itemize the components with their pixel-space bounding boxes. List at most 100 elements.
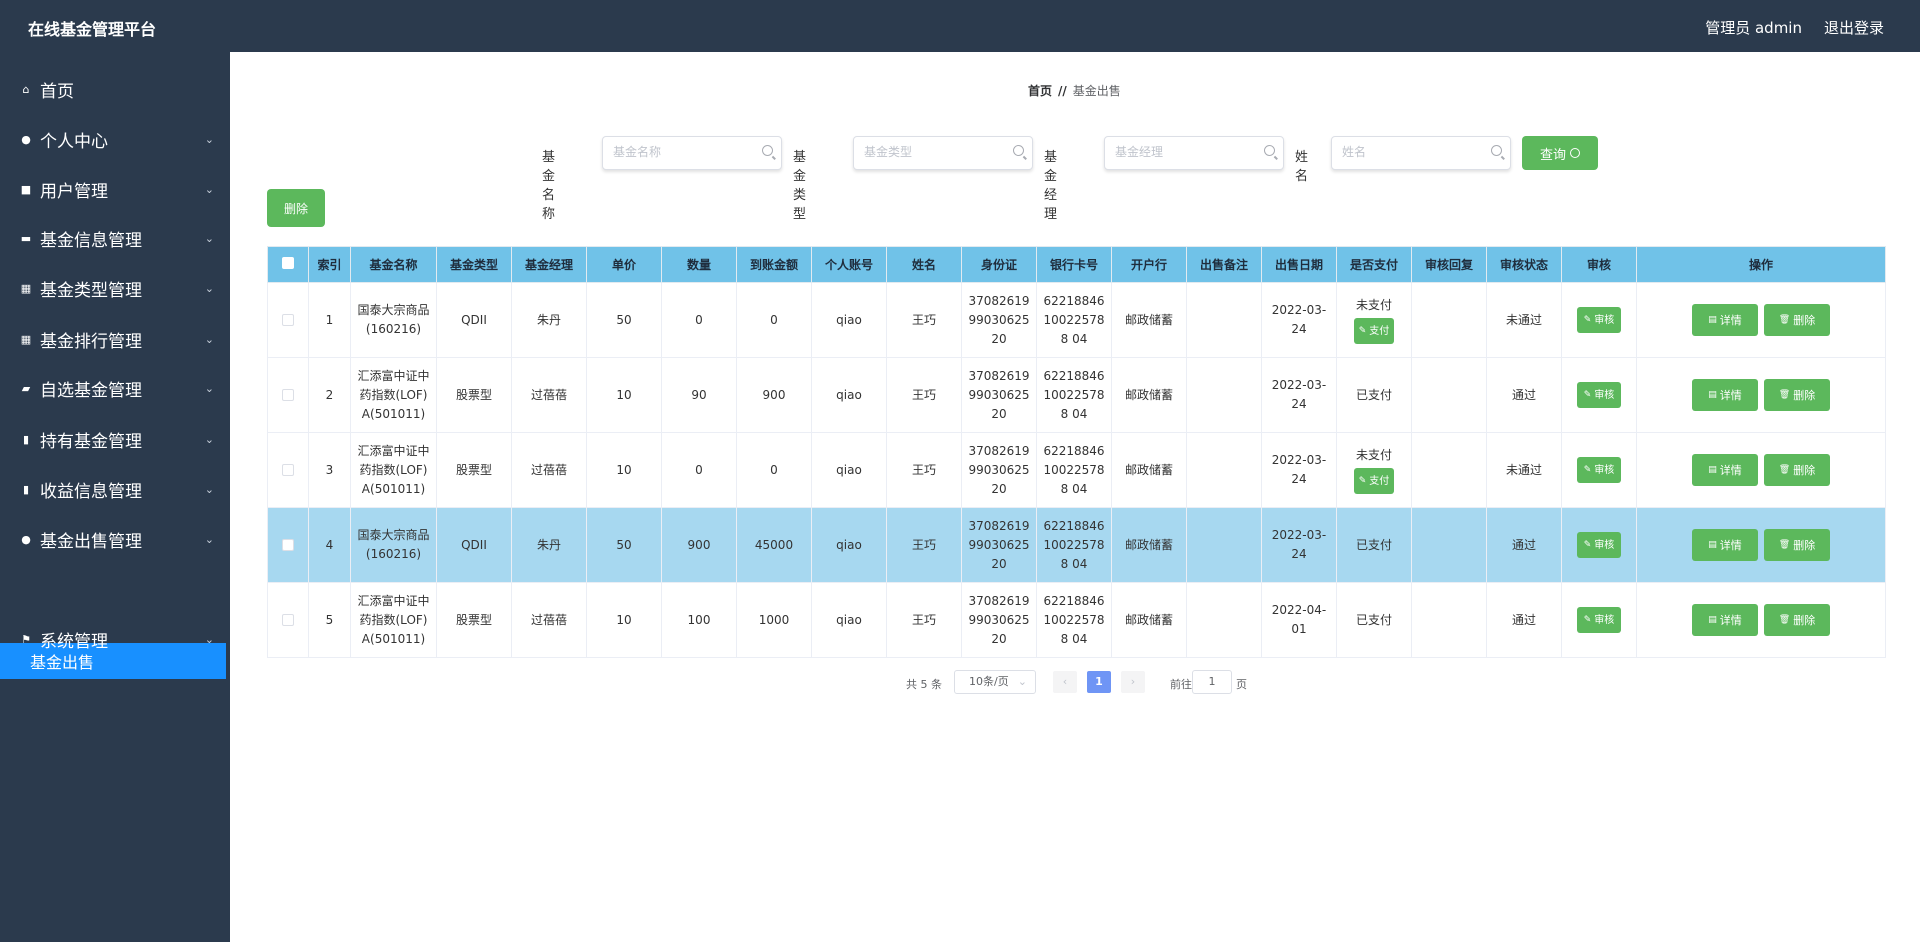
paid-status: 已支付 [1355, 612, 1392, 627]
breadcrumb: 首页 // 基金出售 [1028, 82, 1121, 99]
pay-button[interactable]: ✎ 支付 [1353, 468, 1395, 494]
column-header: 出售备注 [1186, 246, 1262, 283]
table-row[interactable]: 1 国泰大宗商品(160216) QDII 朱丹 50 0 0 qiao 王巧 370826199… [267, 282, 1886, 358]
search-input-fund-name[interactable] [602, 136, 782, 170]
table-row[interactable]: 2 汇添富中证中药指数(LOF)A(501011) 股票型 过蓓蓓 10 90 900 qia… [267, 357, 1886, 433]
page-size-select[interactable]: 10条/页 ⌄ [954, 670, 1036, 694]
sidebar-item[interactable]: ▮ 收益信息管理 ⌄ [0, 469, 226, 509]
row-select-cell [267, 357, 309, 433]
sidebar-item[interactable]: ▬ 基金信息管理 ⌄ [0, 218, 226, 258]
row-checkbox[interactable] [282, 614, 294, 626]
fund-name-input[interactable] [613, 137, 763, 167]
search-input-fund-type[interactable] [853, 136, 1033, 170]
chevron-down-icon: ⌄ [204, 332, 214, 346]
row-checkbox[interactable] [282, 314, 294, 326]
detail-button[interactable]: ▤ 详情 [1692, 529, 1758, 561]
column-header: 基金名称 [350, 246, 437, 283]
delete-button[interactable]: 🗑 删除 [1764, 304, 1830, 336]
review-button[interactable]: ✎ 审核 [1576, 307, 1622, 333]
sidebar-item[interactable]: ⚑ 系统管理 ⌄ [0, 619, 226, 659]
detail-button-label: 详情 [1719, 388, 1742, 402]
detail-button[interactable]: ▤ 详情 [1692, 454, 1758, 486]
cell-bank-card: 62218846100225788 04 [1036, 582, 1112, 658]
pay-button[interactable]: ✎ 支付 [1353, 318, 1395, 344]
paid-status: 已支付 [1355, 387, 1392, 402]
cell-fund-type: 股票型 [436, 432, 512, 508]
name-input[interactable] [1342, 137, 1492, 167]
cell-review: ✎ 审核 [1561, 507, 1637, 583]
cell-status: 未通过 [1486, 432, 1562, 508]
table-row[interactable]: 5 汇添富中证中药指数(LOF)A(501011) 股票型 过蓓蓓 10 100 1000 q… [267, 582, 1886, 658]
breadcrumb-home[interactable]: 首页 [1028, 84, 1052, 98]
cell-reply [1411, 357, 1487, 433]
sidebar-item[interactable]: ■ 用户管理 ⌄ [0, 169, 226, 209]
search-icon [1013, 145, 1024, 156]
cell-actions: ▤ 详情 🗑 删除 [1636, 507, 1886, 583]
review-button[interactable]: ✎ 审核 [1576, 607, 1622, 633]
user-icon: ● [21, 132, 31, 146]
chevron-down-icon: ⌄ [204, 132, 214, 146]
next-page-button[interactable]: › [1121, 671, 1145, 693]
edit-icon: ✎ [1358, 325, 1367, 336]
review-button-label: 审核 [1594, 389, 1615, 401]
row-checkbox[interactable] [282, 389, 294, 401]
cell-fund-name: 国泰大宗商品(160216) [350, 282, 437, 358]
cell-status: 未通过 [1486, 282, 1562, 358]
select-all-checkbox[interactable] [282, 257, 294, 269]
cell-fund-name: 汇添富中证中药指数(LOF)A(501011) [350, 432, 437, 508]
row-checkbox[interactable] [282, 464, 294, 476]
page-unit-label: 页 [1236, 678, 1247, 691]
cell-quantity: 0 [661, 282, 737, 358]
delete-button[interactable]: 🗑 删除 [1764, 379, 1830, 411]
detail-button[interactable]: ▤ 详情 [1692, 304, 1758, 336]
cell-name: 王巧 [886, 507, 962, 583]
review-button[interactable]: ✎ 审核 [1576, 532, 1622, 558]
delete-button[interactable]: 🗑 删除 [1764, 454, 1830, 486]
page-number-current[interactable]: 1 [1087, 671, 1111, 693]
detail-button[interactable]: ▤ 详情 [1692, 379, 1758, 411]
sidebar-item[interactable]: ⌂ 首页 [0, 69, 226, 109]
query-button[interactable]: 查询 [1522, 136, 1598, 170]
search-input-name[interactable] [1331, 136, 1511, 170]
review-button-label: 审核 [1594, 314, 1615, 326]
cell-date: 2022-03-24 [1261, 432, 1337, 508]
cell-bank: 邮政储蓄 [1111, 432, 1187, 508]
sidebar-item-label: 首页 [40, 81, 74, 102]
sidebar-item[interactable]: ▦ 基金类型管理 ⌄ [0, 268, 226, 308]
cell-review: ✎ 审核 [1561, 357, 1637, 433]
search-input-fund-manager[interactable] [1104, 136, 1284, 170]
document-icon: ▤ [1708, 539, 1717, 550]
sidebar-item[interactable]: ▦ 基金排行管理 ⌄ [0, 319, 226, 359]
review-button[interactable]: ✎ 审核 [1576, 457, 1622, 483]
cell-reply [1411, 582, 1487, 658]
review-button[interactable]: ✎ 审核 [1576, 382, 1622, 408]
sidebar-item[interactable]: ● 基金出售管理 ⌄ [0, 519, 226, 559]
clipboard-icon: ▮ [22, 432, 30, 446]
delete-button[interactable]: 🗑 删除 [1764, 529, 1830, 561]
table-row[interactable]: 3 汇添富中证中药指数(LOF)A(501011) 股票型 过蓓蓓 10 0 0 qiao 王巧… [267, 432, 1886, 508]
goto-page-input[interactable]: 1 [1192, 670, 1232, 694]
select-all-header[interactable] [267, 246, 309, 283]
row-checkbox[interactable] [282, 539, 294, 551]
detail-button[interactable]: ▤ 详情 [1692, 604, 1758, 636]
logout-link[interactable]: 退出登录 [1824, 17, 1884, 38]
sidebar-item[interactable]: ▮ 持有基金管理 ⌄ [0, 419, 226, 459]
sidebar-item[interactable]: ▰ 自选基金管理 ⌄ [0, 368, 226, 408]
sidebar-item[interactable]: ● 个人中心 ⌄ [0, 119, 226, 159]
cell-review: ✎ 审核 [1561, 282, 1637, 358]
flag-icon: ⚑ [21, 632, 31, 646]
prev-page-button[interactable]: ‹ [1053, 671, 1077, 693]
grid-icon: ▦ [20, 281, 32, 295]
bulk-delete-button[interactable]: 删除 [267, 189, 325, 227]
delete-button[interactable]: 🗑 删除 [1764, 604, 1830, 636]
cell-quantity: 100 [661, 582, 737, 658]
cell-actions: ▤ 详情 🗑 删除 [1636, 432, 1886, 508]
column-header: 个人账号 [811, 246, 887, 283]
edit-icon: ✎ [1583, 389, 1592, 400]
column-header: 身份证 [961, 246, 1037, 283]
cell-fund-name: 国泰大宗商品(160216) [350, 507, 437, 583]
fund-manager-input[interactable] [1115, 137, 1265, 167]
fund-type-input[interactable] [864, 137, 1014, 167]
column-header: 开户行 [1111, 246, 1187, 283]
table-row[interactable]: 4 国泰大宗商品(160216) QDII 朱丹 50 900 45000 qiao 王巧 370… [267, 507, 1886, 583]
